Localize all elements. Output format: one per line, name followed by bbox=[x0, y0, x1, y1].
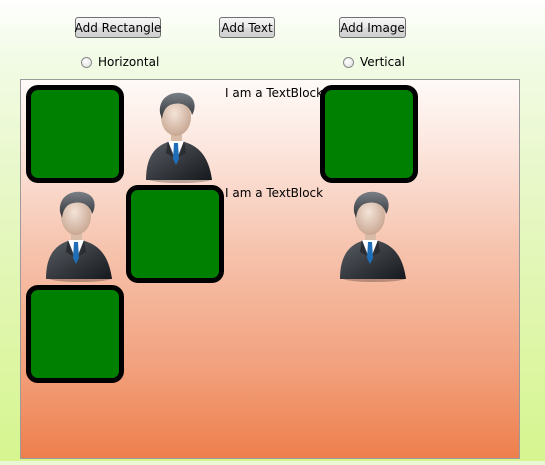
person-icon bbox=[330, 182, 410, 282]
green-rectangle bbox=[320, 85, 418, 183]
horizontal-radio[interactable]: Horizontal bbox=[81, 54, 159, 70]
green-rectangle bbox=[26, 85, 124, 183]
add-image-button[interactable]: Add Image bbox=[339, 17, 406, 38]
window-bottom-edge bbox=[0, 461, 545, 465]
textblock: I am a TextBlock bbox=[225, 86, 324, 100]
green-rectangle bbox=[26, 285, 124, 383]
horizontal-radio-circle[interactable] bbox=[81, 56, 92, 68]
vertical-radio-label: Vertical bbox=[360, 55, 405, 69]
vertical-radio-circle[interactable] bbox=[343, 56, 354, 68]
horizontal-radio-label: Horizontal bbox=[98, 55, 160, 69]
textblock: I am a TextBlock bbox=[225, 186, 324, 200]
add-text-button[interactable]: Add Text bbox=[219, 17, 275, 38]
person-icon bbox=[36, 182, 116, 282]
add-rectangle-button[interactable]: Add Rectangle bbox=[75, 17, 161, 38]
wrap-panel: I am a TextBlock I am a TextBlock bbox=[20, 79, 520, 459]
vertical-radio[interactable]: Vertical bbox=[343, 54, 405, 70]
green-rectangle bbox=[126, 185, 224, 283]
person-icon bbox=[136, 83, 216, 183]
